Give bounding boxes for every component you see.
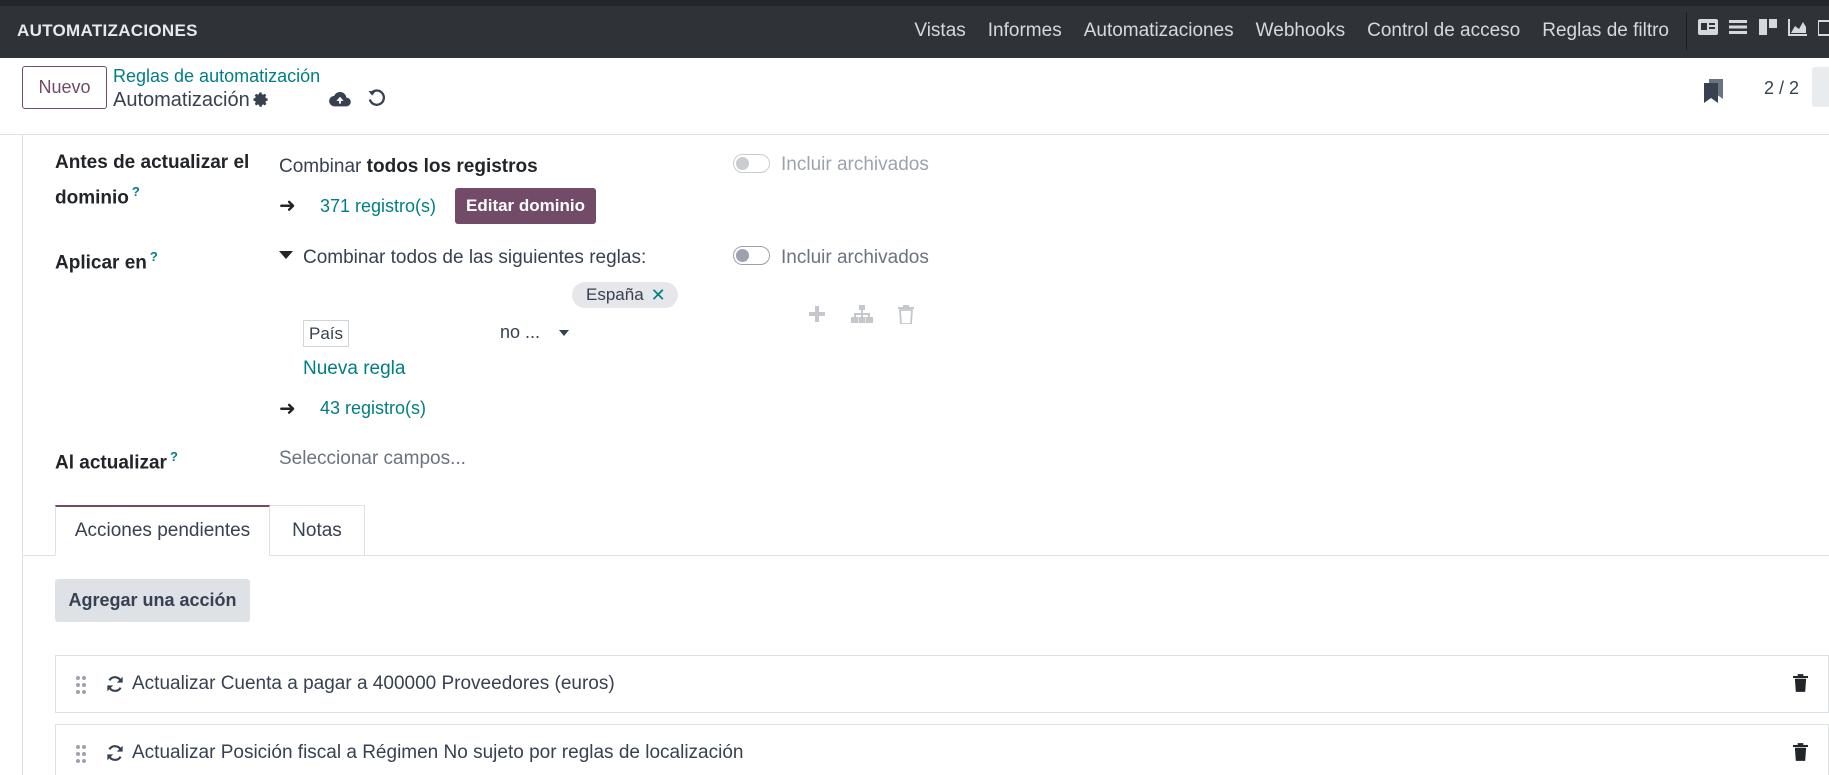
- rule-operator-select[interactable]: no ...: [500, 322, 540, 343]
- main-menu: Vistas Informes Automatizaciones Webhook…: [914, 20, 1669, 42]
- sync-icon: [106, 675, 124, 699]
- cloud-upload-icon[interactable]: [329, 90, 351, 114]
- apply-on-label: Aplicar en?: [55, 242, 158, 277]
- action-row[interactable]: Actualizar Posición fiscal a Régimen No …: [55, 724, 1829, 775]
- tab-notas[interactable]: Notas: [270, 505, 365, 556]
- action-row[interactable]: Actualizar Cuenta a pagar a 400000 Prove…: [55, 655, 1829, 713]
- include-archived-toggle-before[interactable]: [733, 154, 770, 173]
- before-update-combine: Combinar todos los registros: [279, 156, 538, 178]
- apply-on-label-text: Aplicar en: [55, 252, 147, 274]
- help-tooltip-icon[interactable]: ?: [132, 184, 140, 199]
- pager-value[interactable]: 2 / 2: [1764, 78, 1799, 99]
- combine-rules-text: Combinar todos de las siguientes reglas:: [303, 247, 647, 268]
- action-description: Actualizar Cuenta a pagar a 400000 Prove…: [132, 673, 615, 694]
- close-icon[interactable]: ✕: [651, 285, 666, 306]
- new-button[interactable]: Nuevo: [22, 66, 107, 109]
- calendar-icon[interactable]: [1818, 18, 1829, 36]
- menu-item-reglas-filtro[interactable]: Reglas de filtro: [1542, 20, 1669, 42]
- include-archived-label-before: Incluir archivados: [781, 154, 929, 175]
- area-chart-icon[interactable]: [1788, 18, 1808, 36]
- new-rule-link[interactable]: Nueva regla: [303, 358, 405, 380]
- menu-item-automatizaciones[interactable]: Automatizaciones: [1084, 20, 1234, 42]
- on-update-label-text: Al actualizar: [55, 452, 167, 474]
- menu-item-control-acceso[interactable]: Control de acceso: [1367, 20, 1520, 42]
- view-switcher: [1698, 18, 1829, 36]
- records-count-link[interactable]: 371 registro(s): [320, 196, 436, 217]
- sync-icon: [106, 744, 124, 768]
- plus-icon[interactable]: [808, 305, 826, 330]
- list-icon[interactable]: [1728, 18, 1748, 36]
- chevron-down-icon[interactable]: [559, 330, 569, 336]
- arrow-right-icon: ➜: [279, 195, 296, 217]
- menu-item-webhooks[interactable]: Webhooks: [1256, 20, 1345, 42]
- gear-icon[interactable]: [252, 91, 269, 114]
- rule-actions: [808, 305, 914, 330]
- combine-bold: todos los registros: [366, 156, 538, 177]
- control-panel: Nuevo Reglas de automatización Automatiz…: [0, 58, 1829, 135]
- value-tag-label: España: [586, 285, 644, 304]
- menu-item-vistas[interactable]: Vistas: [914, 20, 965, 42]
- navbar-divider: [1686, 12, 1687, 50]
- rule-field-path[interactable]: País: [303, 320, 349, 347]
- sitemap-icon[interactable]: [851, 305, 873, 330]
- combine-prefix: Combinar: [279, 156, 362, 177]
- before-update-label-text: Antes de actualizar el dominio: [55, 152, 250, 209]
- app-brand[interactable]: AUTOMATIZACIONES: [17, 21, 198, 41]
- kanban-icon[interactable]: [1758, 18, 1778, 36]
- on-update-label: Al actualizar?: [55, 442, 178, 477]
- include-archived-label-apply: Incluir archivados: [781, 247, 929, 268]
- undo-icon[interactable]: [367, 89, 386, 114]
- trash-icon[interactable]: [1793, 674, 1808, 698]
- bookmarks-icon[interactable]: [1703, 78, 1725, 110]
- sheet-border: [22, 135, 23, 775]
- record-title: Automatización: [113, 89, 250, 111]
- include-archived-toggle-apply[interactable]: [733, 246, 770, 265]
- value-tag: España ✕: [572, 282, 678, 308]
- pager-next-button[interactable]: [1812, 67, 1829, 107]
- help-tooltip-icon[interactable]: ?: [170, 449, 178, 464]
- menu-item-informes[interactable]: Informes: [988, 20, 1062, 42]
- edit-domain-button[interactable]: Editar dominio: [455, 188, 596, 224]
- help-tooltip-icon[interactable]: ?: [150, 249, 158, 264]
- arrow-right-icon: ➜: [279, 398, 296, 420]
- trash-icon[interactable]: [898, 305, 914, 330]
- breadcrumb-parent-link[interactable]: Reglas de automatización: [113, 66, 320, 87]
- select-fields-input[interactable]: Seleccionar campos...: [279, 448, 466, 470]
- drag-handle-icon[interactable]: [75, 744, 87, 770]
- caret-down-icon[interactable]: [279, 251, 293, 259]
- tab-acciones-pendientes[interactable]: Acciones pendientes: [55, 505, 270, 556]
- trash-icon[interactable]: [1793, 743, 1808, 767]
- id-card-icon[interactable]: [1698, 18, 1718, 36]
- filtered-records-link[interactable]: 43 registro(s): [320, 398, 426, 419]
- action-description: Actualizar Posición fiscal a Régimen No …: [132, 742, 744, 763]
- add-action-button[interactable]: Agregar una acción: [55, 579, 250, 622]
- before-update-label: Antes de actualizar el dominio?: [55, 148, 255, 212]
- drag-handle-icon[interactable]: [75, 675, 87, 701]
- top-navbar: AUTOMATIZACIONES Vistas Informes Automat…: [0, 0, 1829, 58]
